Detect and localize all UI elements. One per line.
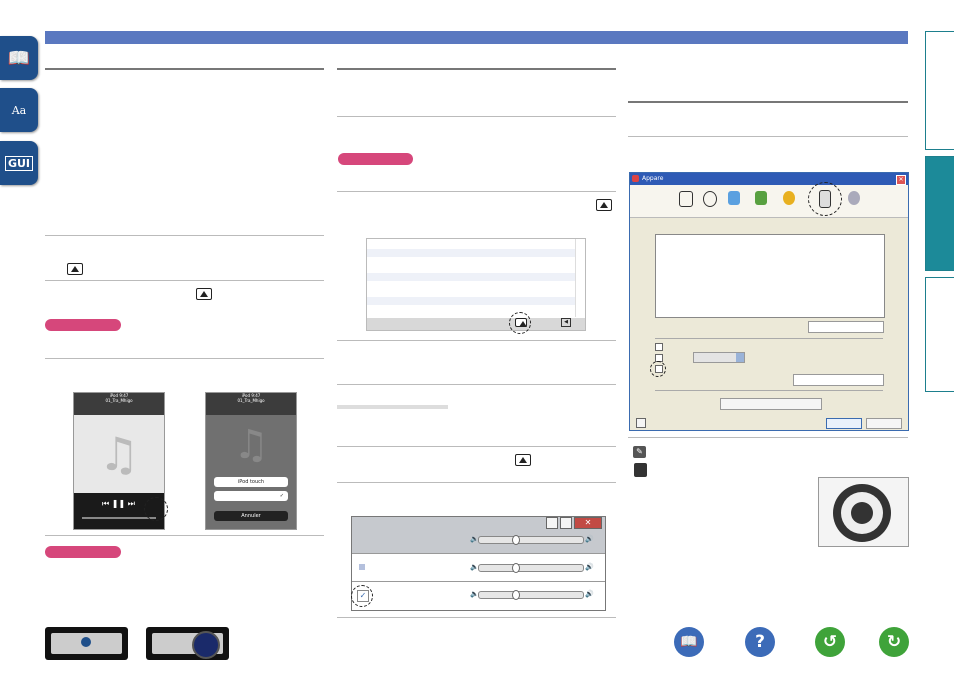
divider (337, 191, 616, 192)
iphone-screen-airplay-menu: iPod 9:47 01_Tra_Mhigo ♫ iPod touch ✓ Ann… (205, 392, 297, 530)
dropdown-select[interactable] (693, 352, 745, 363)
header-bar (45, 31, 908, 44)
cancel-button[interactable] (866, 418, 902, 429)
receiver-volume-slider[interactable] (478, 591, 584, 599)
speakers-window: ✕ ✓ 🔈 🔊 🔈 🔊 🔈 🔊 (351, 516, 606, 611)
note-badge (45, 319, 121, 331)
maximize-button[interactable] (560, 517, 572, 529)
checkbox-highlight (650, 361, 666, 377)
book-nav-button[interactable]: 📖 (674, 627, 704, 657)
device-amplifier-button[interactable] (45, 627, 128, 660)
itunes-list-screen: ◀ (366, 238, 586, 334)
store-tab-icon[interactable] (755, 191, 767, 205)
speaker-checkbox-computer[interactable] (359, 564, 365, 570)
divider (628, 136, 908, 137)
window-title: Appare (630, 173, 908, 185)
device-projector-button[interactable] (146, 627, 229, 660)
divider (45, 235, 324, 236)
airplay-icon (596, 199, 612, 211)
playback-tab-icon[interactable] (703, 191, 717, 207)
pencil-icon: ✎ (633, 446, 646, 458)
app-icon (632, 175, 639, 182)
airplay-option-receiver[interactable]: ✓ (214, 491, 288, 501)
master-volume-knob[interactable] (512, 535, 520, 545)
help-button[interactable]: ? (745, 627, 775, 657)
divider (45, 280, 324, 281)
divider (45, 535, 324, 536)
sharing-tab-icon[interactable] (728, 191, 740, 205)
device-list (655, 234, 885, 318)
subsection-bar (337, 405, 448, 409)
note-badge (338, 153, 413, 165)
divider (45, 358, 324, 359)
book-icon[interactable]: 📖 (0, 36, 38, 80)
receiver-volume-knob[interactable] (512, 590, 520, 600)
airplay-icon (515, 454, 531, 466)
music-note-icon: ♫ (74, 415, 164, 493)
airplay-icon (196, 288, 212, 300)
minimize-button[interactable] (546, 517, 558, 529)
divider (628, 437, 908, 438)
master-volume-slider[interactable] (478, 536, 584, 544)
checkbox-highlight (351, 585, 373, 607)
divider (337, 384, 616, 385)
cancel-button[interactable]: Annuler (214, 511, 288, 521)
divider (337, 116, 616, 117)
computer-volume-slider[interactable] (478, 564, 584, 572)
tab-top[interactable] (925, 31, 954, 150)
forward-button[interactable]: ↻ (879, 627, 909, 657)
divider (337, 617, 616, 618)
volume-high-icon: 🔊 (585, 563, 594, 571)
airplay-highlight (144, 497, 168, 521)
dictionary-icon[interactable]: Aa (0, 88, 38, 132)
airplay-highlight (509, 312, 531, 334)
divider (337, 482, 616, 483)
close-button[interactable]: ✕ (574, 517, 602, 529)
help-button[interactable] (636, 418, 646, 428)
checkbox-1[interactable] (655, 343, 663, 351)
airplay-icon (67, 263, 83, 275)
advanced-tab-icon[interactable] (848, 191, 860, 205)
remote-control-illustration (818, 477, 909, 547)
remote-icon (634, 463, 647, 477)
text-field[interactable] (793, 374, 884, 386)
back-button[interactable]: ↺ (815, 627, 845, 657)
divider (337, 340, 616, 341)
music-note-icon: ♫ (233, 422, 269, 468)
devices-tab-highlight (808, 182, 842, 216)
sidebar-toggle-icon[interactable]: ◀ (561, 318, 571, 327)
section-rule (628, 101, 908, 103)
itunes-preferences-window: Appare ✕ (629, 172, 909, 431)
volume-high-icon: 🔊 (585, 590, 594, 598)
parental-tab-icon[interactable] (783, 191, 795, 205)
computer-volume-knob[interactable] (512, 563, 520, 573)
general-tab-icon[interactable] (679, 191, 693, 207)
divider (337, 446, 616, 447)
gui-icon[interactable]: GUI (0, 141, 38, 185)
reset-button[interactable] (720, 398, 822, 410)
airplay-option-ipod[interactable]: iPod touch (214, 477, 288, 487)
close-button[interactable]: ✕ (896, 175, 906, 185)
iphone-screen-playback: iPod 9:47 01_Tra_Mhigo ♫ ⏮ ❚❚ ⏭ (73, 392, 168, 530)
tab-middle[interactable] (925, 156, 954, 271)
playback-icons: ⏮ ❚❚ ⏭ (102, 499, 135, 508)
tab-bottom[interactable] (925, 277, 954, 392)
section-rule (45, 68, 324, 70)
remove-backup-button[interactable] (808, 321, 884, 333)
volume-high-icon: 🔊 (585, 535, 594, 543)
note-badge (45, 546, 121, 558)
section-rule (337, 68, 616, 70)
ok-button[interactable] (826, 418, 862, 429)
